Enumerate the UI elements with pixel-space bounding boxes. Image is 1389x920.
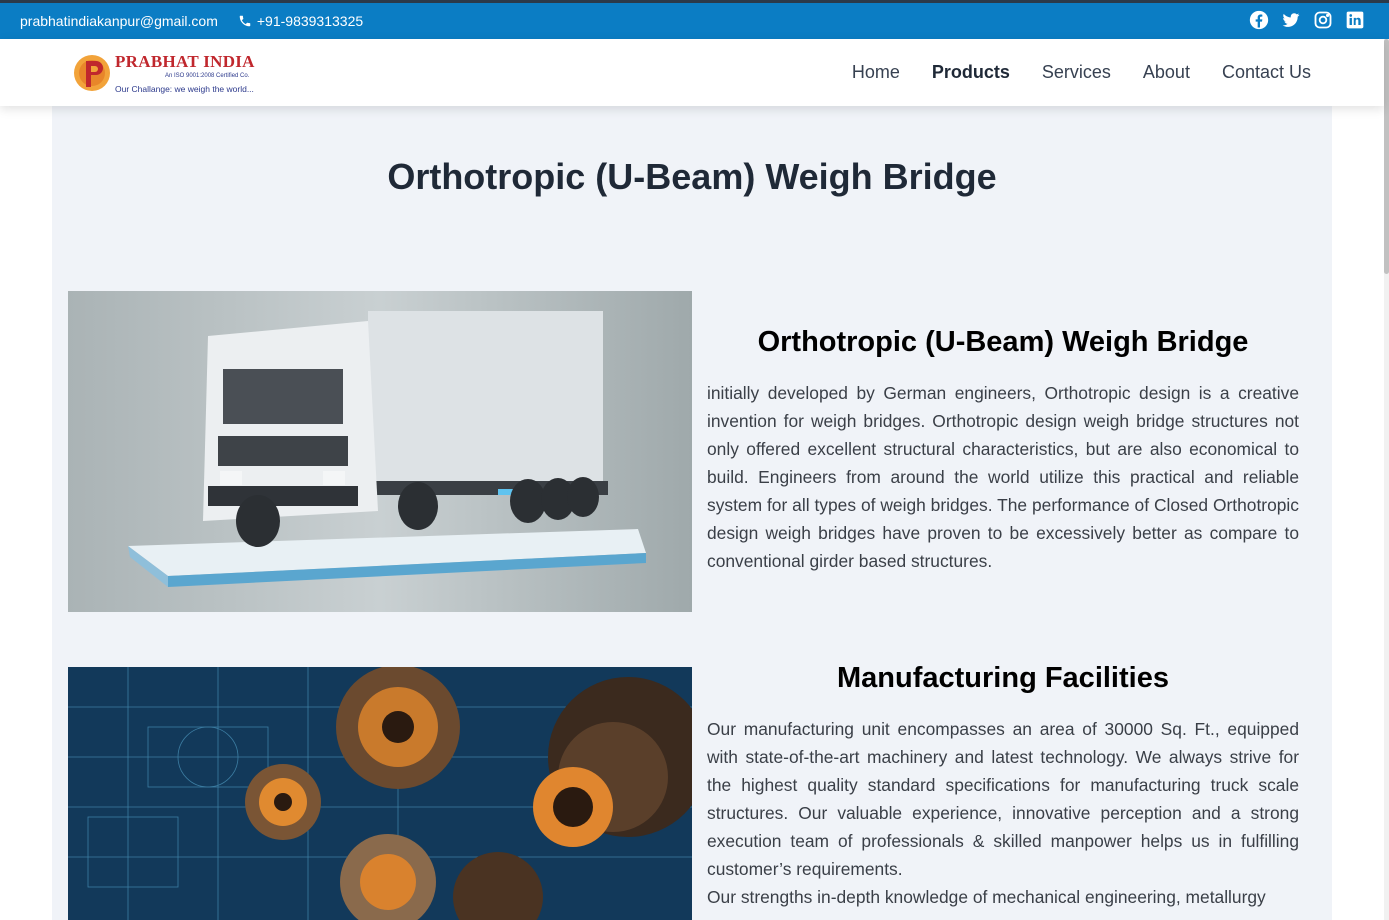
page-scrollbar[interactable] [1384, 39, 1389, 920]
phone-link[interactable]: +91-9839313325 [238, 13, 363, 29]
section-body-continued: Our strengths in-depth knowledge of mech… [707, 887, 1266, 907]
primary-nav: Home Products Services About Contact Us [852, 39, 1311, 106]
gears-blueprint-image [68, 667, 692, 920]
scrollbar-thumb[interactable] [1384, 39, 1389, 274]
logo-brand-text: PRABHAT INDIA [115, 52, 255, 71]
main-navbar: PRABHAT INDIA An ISO 9001:2008 Certified… [0, 39, 1384, 106]
top-contact-bar: prabhatindiakanpur@gmail.com +91-9839313… [0, 0, 1389, 39]
email-text[interactable]: prabhatindiakanpur@gmail.com [20, 13, 218, 29]
logo-emblem-icon [74, 55, 110, 91]
section-heading: Manufacturing Facilities [837, 662, 1169, 694]
instagram-icon[interactable] [1313, 10, 1333, 30]
linkedin-icon[interactable] [1345, 10, 1365, 30]
section-manufacturing: Manufacturing Facilities Our manufacturi… [707, 662, 1299, 911]
logo[interactable]: PRABHAT INDIA An ISO 9001:2008 Certified… [72, 49, 267, 97]
nav-home[interactable]: Home [852, 62, 900, 83]
phone-icon [239, 15, 251, 27]
nav-contact-us[interactable]: Contact Us [1222, 62, 1311, 83]
facebook-icon[interactable] [1249, 10, 1269, 30]
page-title: Orthotropic (U-Beam) Weigh Bridge [387, 156, 997, 197]
truck-on-weighbridge-image [68, 291, 692, 612]
logo-iso-text: An ISO 9001:2008 Certified Co. [165, 73, 250, 79]
logo-tagline: Our Challange: we weigh the world... [115, 84, 254, 94]
twitter-icon[interactable] [1281, 10, 1301, 30]
email-link[interactable]: prabhatindiakanpur@gmail.com [20, 13, 218, 29]
section-body: Our manufacturing unit encompasses an ar… [707, 719, 1299, 879]
nav-about[interactable]: About [1143, 62, 1190, 83]
nav-services[interactable]: Services [1042, 62, 1111, 83]
nav-products[interactable]: Products [932, 62, 1010, 83]
phone-text[interactable]: +91-9839313325 [257, 13, 363, 29]
contact-info: prabhatindiakanpur@gmail.com +91-9839313… [20, 3, 383, 39]
section-orthotropic: Orthotropic (U-Beam) Weigh Bridge initia… [707, 326, 1299, 575]
section-heading: Orthotropic (U-Beam) Weigh Bridge [757, 326, 1249, 358]
social-links [1249, 10, 1365, 30]
main-content: Orthotropic (U-Beam) Weigh Bridge Orthot… [52, 106, 1332, 920]
section-body: initially developed by German engineers,… [707, 383, 1299, 571]
